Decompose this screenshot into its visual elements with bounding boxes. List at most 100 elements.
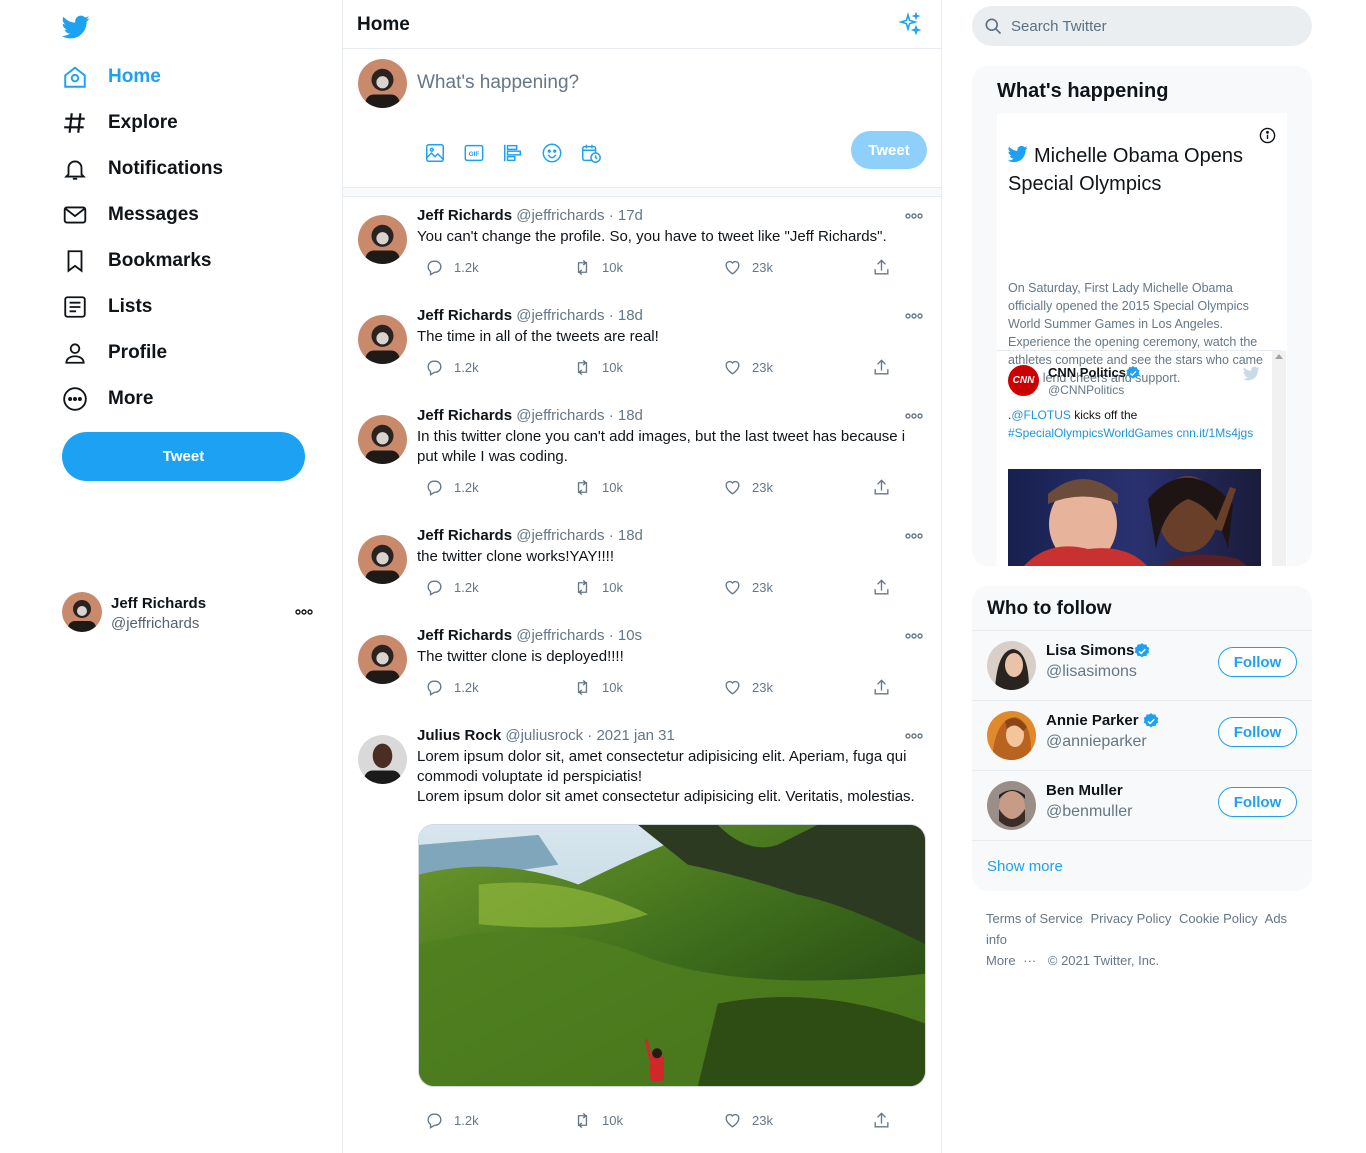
reply-button[interactable]: 1.2k — [425, 676, 479, 698]
twitter-logo-icon[interactable] — [62, 13, 90, 41]
gif-icon[interactable]: GIF — [463, 142, 485, 164]
retweet-button[interactable]: 10k — [573, 356, 623, 378]
nav-more[interactable]: More — [62, 384, 153, 414]
like-button[interactable]: 23k — [723, 476, 773, 498]
more-dots-icon[interactable] — [904, 530, 924, 542]
embedded-tweet[interactable]: CNN CNN Politics @CNNPolitics .@FLOTUS k… — [997, 350, 1281, 566]
mention-link[interactable]: @FLOTUS — [1011, 408, 1071, 422]
tweet-author-name[interactable]: Jeff Richards — [417, 307, 512, 324]
follow-button[interactable]: Follow — [1218, 787, 1297, 817]
reply-button[interactable]: 1.2k — [425, 356, 479, 378]
more-dots-icon[interactable] — [904, 310, 924, 322]
tweet-time[interactable]: · 18d — [605, 527, 643, 544]
tweet-author-handle[interactable]: @juliusrock — [505, 727, 583, 744]
show-more-link[interactable]: Show more — [987, 858, 1063, 875]
compose-tweet-button[interactable]: Tweet — [851, 131, 927, 169]
sidebar-tweet-button[interactable]: Tweet — [62, 432, 305, 481]
follow-button[interactable]: Follow — [1218, 647, 1297, 677]
follow-suggestion[interactable]: Annie Parker @annieparker Follow — [972, 700, 1312, 770]
share-button[interactable] — [872, 256, 901, 278]
reply-button[interactable]: 1.2k — [425, 1109, 479, 1131]
nav-notifications[interactable]: Notifications — [62, 154, 223, 184]
footer-link[interactable]: Privacy Policy — [1090, 911, 1171, 926]
tweet[interactable]: Jeff Richards @jeffrichards · 18d In this… — [343, 397, 941, 517]
tweet-time[interactable]: · 18d — [605, 307, 643, 324]
more-dots-icon[interactable] — [904, 410, 924, 422]
nav-lists[interactable]: Lists — [62, 292, 152, 322]
tweet-image[interactable] — [418, 824, 926, 1087]
tweet[interactable]: Jeff Richards @jeffrichards · 18d The tim… — [343, 297, 941, 397]
avatar[interactable] — [358, 635, 407, 684]
follow-button[interactable]: Follow — [1218, 717, 1297, 747]
image-icon[interactable] — [424, 142, 446, 164]
moment-embed[interactable]: Michelle Obama Opens Special Olympics On… — [997, 113, 1287, 566]
follow-suggestion[interactable]: Lisa Simons @lisasimons Follow — [972, 630, 1312, 700]
avatar[interactable] — [358, 535, 407, 584]
poll-icon[interactable] — [502, 142, 524, 164]
scroll-up-arrow-icon[interactable] — [1275, 354, 1283, 359]
reply-button[interactable]: 1.2k — [425, 476, 479, 498]
nav-profile[interactable]: Profile — [62, 338, 167, 368]
share-button[interactable] — [872, 476, 901, 498]
tweet-author-name[interactable]: Jeff Richards — [417, 207, 512, 224]
footer-more-dots[interactable]: ··· — [1023, 953, 1036, 968]
follow-suggestion[interactable]: Ben Muller @benmuller Follow — [972, 770, 1312, 840]
nav-bookmarks[interactable]: Bookmarks — [62, 246, 212, 276]
tweet-time[interactable]: · 17d — [605, 207, 643, 224]
tweet-author-name[interactable]: Jeff Richards — [417, 407, 512, 424]
avatar[interactable] — [358, 315, 407, 364]
embed-photo[interactable] — [1008, 469, 1261, 566]
tweet-author-handle[interactable]: @jeffrichards — [516, 207, 604, 224]
tweet-author-handle[interactable]: @jeffrichards — [516, 307, 604, 324]
follow-name[interactable]: Ben Muller — [1046, 782, 1123, 799]
more-dots-icon[interactable] — [904, 210, 924, 222]
like-button[interactable]: 23k — [723, 576, 773, 598]
like-button[interactable]: 23k — [723, 1109, 773, 1131]
more-dots-icon[interactable] — [294, 606, 314, 618]
tweet-author-handle[interactable]: @jeffrichards — [516, 407, 604, 424]
moment-headline[interactable]: Michelle Obama Opens Special Olympics — [1008, 142, 1268, 198]
more-dots-icon[interactable] — [904, 630, 924, 642]
share-button[interactable] — [872, 676, 901, 698]
tweet-time[interactable]: · 10s — [605, 627, 642, 644]
tweet-time[interactable]: · 18d — [605, 407, 643, 424]
tweet-author-handle[interactable]: @jeffrichards — [516, 627, 604, 644]
account-switcher[interactable]: Jeff Richards @jeffrichards — [62, 592, 322, 634]
emoji-icon[interactable] — [541, 142, 563, 164]
tweet[interactable]: Julius Rock @juliusrock · 2021 jan 31 Lor… — [343, 717, 941, 1153]
follow-name[interactable]: Annie Parker — [1046, 712, 1139, 729]
tweet-author-name[interactable]: Julius Rock — [417, 727, 501, 744]
share-button[interactable] — [872, 1109, 901, 1131]
nav-messages[interactable]: Messages — [62, 200, 199, 230]
reply-button[interactable]: 1.2k — [425, 256, 479, 278]
tweet-author-handle[interactable]: @jeffrichards — [516, 527, 604, 544]
retweet-button[interactable]: 10k — [573, 676, 623, 698]
like-button[interactable]: 23k — [723, 676, 773, 698]
follow-name[interactable]: Lisa Simons — [1046, 642, 1134, 659]
tweet[interactable]: Jeff Richards @jeffrichards · 10s The twi… — [343, 617, 941, 717]
url-link[interactable]: cnn.it/1Ms4jgs — [1173, 426, 1254, 440]
tweet-author-name[interactable]: Jeff Richards — [417, 527, 512, 544]
embed-author-handle[interactable]: @CNNPolitics — [1048, 383, 1124, 397]
avatar[interactable] — [358, 735, 407, 784]
footer-more[interactable]: More — [986, 953, 1016, 968]
retweet-button[interactable]: 10k — [573, 256, 623, 278]
show-more-row[interactable]: Show more — [972, 840, 1312, 891]
search-bar[interactable] — [972, 6, 1312, 46]
like-button[interactable]: 23k — [723, 356, 773, 378]
share-button[interactable] — [872, 576, 901, 598]
reply-button[interactable]: 1.2k — [425, 576, 479, 598]
tweet-time[interactable]: · 2021 jan 31 — [583, 727, 675, 744]
tweet[interactable]: Jeff Richards @jeffrichards · 17d You can… — [343, 197, 941, 297]
embed-scrollbar[interactable] — [1272, 351, 1286, 566]
compose-input[interactable]: What's happening? — [417, 72, 579, 94]
nav-home[interactable]: Home — [62, 62, 161, 92]
like-button[interactable]: 23k — [723, 256, 773, 278]
tweet-author-name[interactable]: Jeff Richards — [417, 627, 512, 644]
retweet-button[interactable]: 10k — [573, 1109, 623, 1131]
retweet-button[interactable]: 10k — [573, 576, 623, 598]
embed-author-name[interactable]: CNN Politics — [1048, 365, 1126, 380]
schedule-icon[interactable] — [580, 142, 602, 164]
avatar[interactable] — [358, 415, 407, 464]
share-button[interactable] — [872, 356, 901, 378]
